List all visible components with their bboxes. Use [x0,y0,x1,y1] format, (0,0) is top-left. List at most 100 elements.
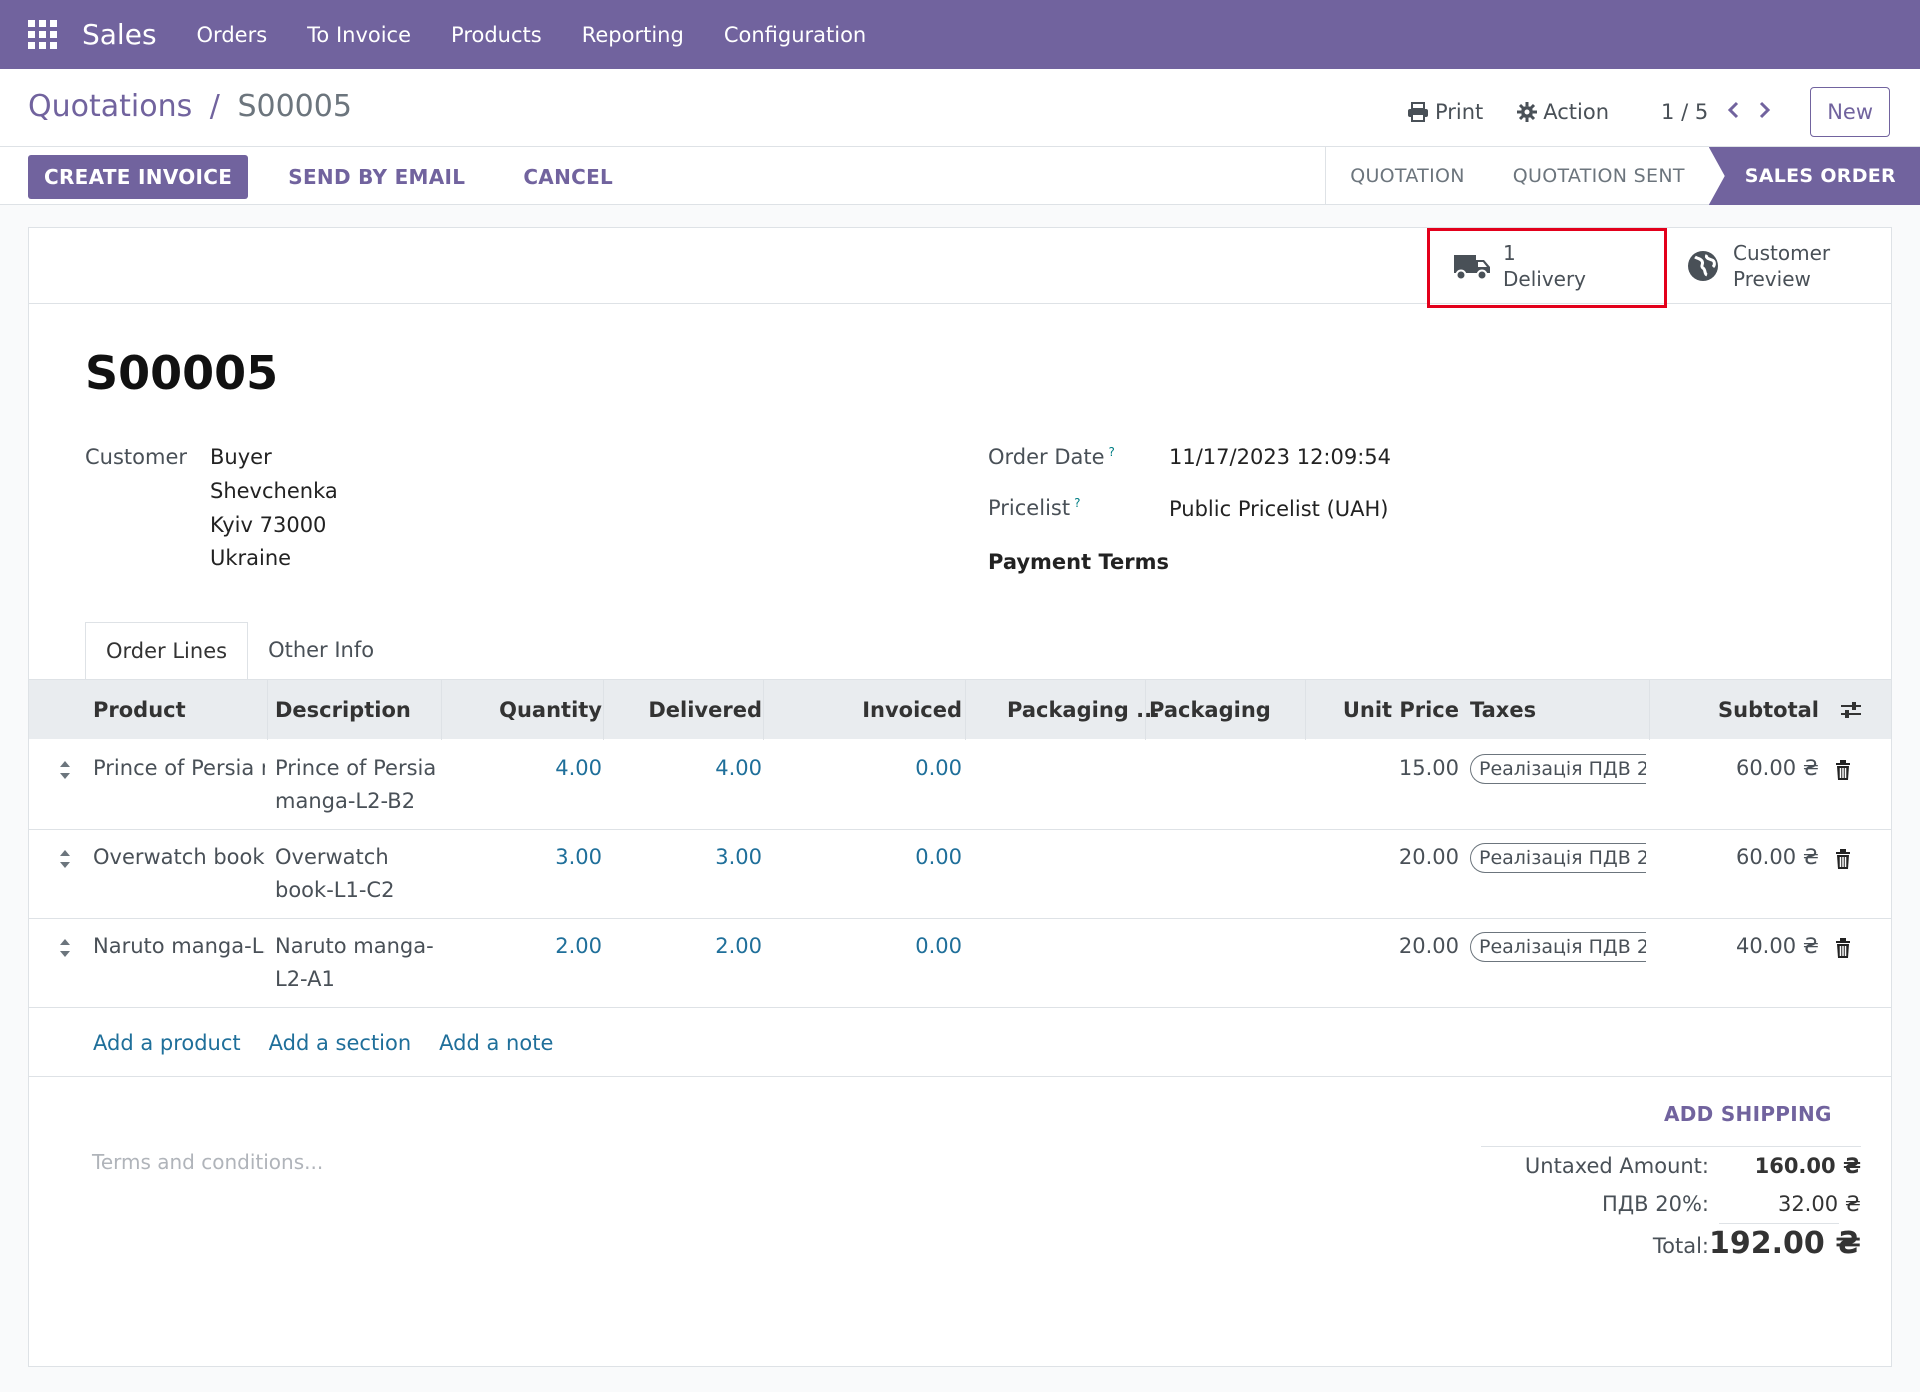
col-quantity[interactable]: Quantity [449,680,602,740]
row-invoiced[interactable]: 0.00 [769,930,962,963]
row-delivered[interactable]: 2.00 [609,930,762,963]
trash-icon[interactable] [1835,849,1851,869]
col-unit-price[interactable]: Unit Price [1309,680,1459,740]
menu-reporting[interactable]: Reporting [562,23,704,47]
row-subtotal: 60.00 ₴ [1735,756,1819,780]
order-date-label: Order Date? [988,445,1115,469]
control-panel: Quotations / S00005 Print Action 1 / 5 N… [0,69,1920,205]
divider [1719,1223,1839,1224]
help-icon[interactable]: ? [1074,496,1080,510]
terms-and-conditions-field[interactable]: Terms and conditions... [92,1150,323,1174]
breadcrumb-parent[interactable]: Quotations [28,89,192,124]
table-row[interactable]: Naruto manga-L2 Naruto manga- L2-A1 2.00… [29,918,1891,1008]
row-product[interactable]: Naruto manga-L2 [93,930,265,963]
print-label: Print [1434,100,1484,124]
row-description-line-2[interactable]: L2-A1 [275,963,335,996]
row-description-line-1[interactable]: Overwatch [275,841,389,874]
row-subtotal: 40.00 ₴ [1735,934,1819,958]
pager-value[interactable]: 1 / 5 [1661,100,1708,124]
untaxed-amount-value: 160.00 ₴ [1754,1154,1861,1178]
divider [1481,1146,1861,1147]
row-description-line-2[interactable]: book-L1-C2 [275,874,394,907]
row-description-line-1[interactable]: Naruto manga- [275,930,434,963]
tab-order-lines[interactable]: Order Lines [85,622,249,680]
status-quotation[interactable]: QUOTATION [1326,147,1489,205]
customer-preview-button[interactable]: Customer Preview [1687,228,1830,304]
row-unit-price[interactable]: 20.00 [1309,841,1459,874]
total-label: Total: [1652,1234,1709,1258]
tax-value: 32.00 ₴ [1777,1192,1861,1216]
row-tax-tag[interactable]: Реалізація ПДВ 20% [1470,932,1646,962]
form-actions: CREATE INVOICE SEND BY EMAIL CANCEL [28,155,631,199]
pager-next-icon[interactable] [1758,100,1772,125]
drag-handle-icon[interactable] [59,938,71,958]
create-invoice-button[interactable]: CREATE INVOICE [28,155,249,199]
add-section-link[interactable]: Add a section [269,1031,412,1055]
trash-icon[interactable] [1835,760,1851,780]
add-product-link[interactable]: Add a product [93,1031,241,1055]
drag-handle-icon[interactable] [59,849,71,869]
statusbar: QUOTATION QUOTATION SENT SALES ORDER [1325,147,1920,205]
add-line-links: Add a product Add a section Add a note [93,1031,581,1055]
col-description[interactable]: Description [275,680,411,740]
row-delivered[interactable]: 3.00 [609,841,762,874]
untaxed-amount-label: Untaxed Amount: [1524,1154,1709,1178]
table-row[interactable]: Overwatch book-l Overwatch book-L1-C2 3.… [29,829,1891,919]
print-icon [1407,102,1428,122]
table-row[interactable]: Prince of Persia m Prince of Persia mang… [29,740,1891,830]
row-product[interactable]: Overwatch book-l [93,841,265,874]
col-delivered[interactable]: Delivered [609,680,762,740]
status-quotation-sent[interactable]: QUOTATION SENT [1489,147,1709,205]
menu-configuration[interactable]: Configuration [704,23,886,47]
pricelist-value[interactable]: Public Pricelist (UAH) [1169,492,1389,526]
drag-handle-icon[interactable] [59,760,71,780]
col-invoiced[interactable]: Invoiced [769,680,962,740]
pricelist-label-text: Pricelist [988,496,1071,520]
action-button[interactable]: Action [1517,100,1609,124]
row-invoiced[interactable]: 0.00 [769,752,962,785]
breadcrumb-separator: / [209,89,220,124]
row-description-line-1[interactable]: Prince of Persia [275,752,436,785]
status-sales-order[interactable]: SALES ORDER [1708,147,1920,205]
optional-columns-icon[interactable] [1840,700,1862,720]
pricelist-label: Pricelist? [988,496,1080,520]
row-unit-price[interactable]: 15.00 [1309,752,1459,785]
send-by-email-button[interactable]: SEND BY EMAIL [270,155,483,199]
row-delivered[interactable]: 4.00 [609,752,762,785]
add-shipping-button[interactable]: ADD SHIPPING [1664,1102,1832,1126]
menu-to-invoice[interactable]: To Invoice [287,23,431,47]
gear-icon [1517,102,1538,122]
new-button[interactable]: New [1810,87,1890,137]
row-unit-price[interactable]: 20.00 [1309,930,1459,963]
add-note-link[interactable]: Add a note [439,1031,553,1055]
col-product[interactable]: Product [93,680,186,740]
row-quantity[interactable]: 2.00 [449,930,602,963]
row-product[interactable]: Prince of Persia m [93,752,265,785]
col-packaging-qty[interactable]: Packaging ... [1007,680,1160,740]
col-taxes[interactable]: Taxes [1470,680,1536,740]
col-packaging[interactable]: Packaging [1149,680,1271,740]
menu-orders[interactable]: Orders [177,23,288,47]
row-quantity[interactable]: 4.00 [449,752,602,785]
order-date-label-text: Order Date [988,445,1105,469]
trash-icon[interactable] [1835,938,1851,958]
apps-menu-icon[interactable] [28,19,58,50]
help-icon[interactable]: ? [1109,445,1115,459]
col-subtotal[interactable]: Subtotal [1669,680,1819,740]
print-button[interactable]: Print [1407,100,1483,124]
row-description-line-2[interactable]: manga-L2-B2 [275,785,415,818]
customer-name[interactable]: Buyer [210,440,272,474]
menu-products[interactable]: Products [431,23,562,47]
pager-previous-icon[interactable] [1726,100,1740,125]
row-tax-tag[interactable]: Реалізація ПДВ 20% [1470,754,1646,784]
cancel-button[interactable]: CANCEL [505,155,631,199]
customer-city: Kyiv 73000 [210,513,327,537]
tab-other-info[interactable]: Other Info [248,622,394,680]
order-date-value[interactable]: 11/17/2023 12:09:54 [1169,440,1391,474]
row-quantity[interactable]: 3.00 [449,841,602,874]
row-tax-tag[interactable]: Реалізація ПДВ 20% [1470,843,1646,873]
row-invoiced[interactable]: 0.00 [769,841,962,874]
preview-line-1: Customer [1733,241,1831,265]
customer-street: Shevchenka [210,479,338,503]
app-name[interactable]: Sales [82,18,157,51]
